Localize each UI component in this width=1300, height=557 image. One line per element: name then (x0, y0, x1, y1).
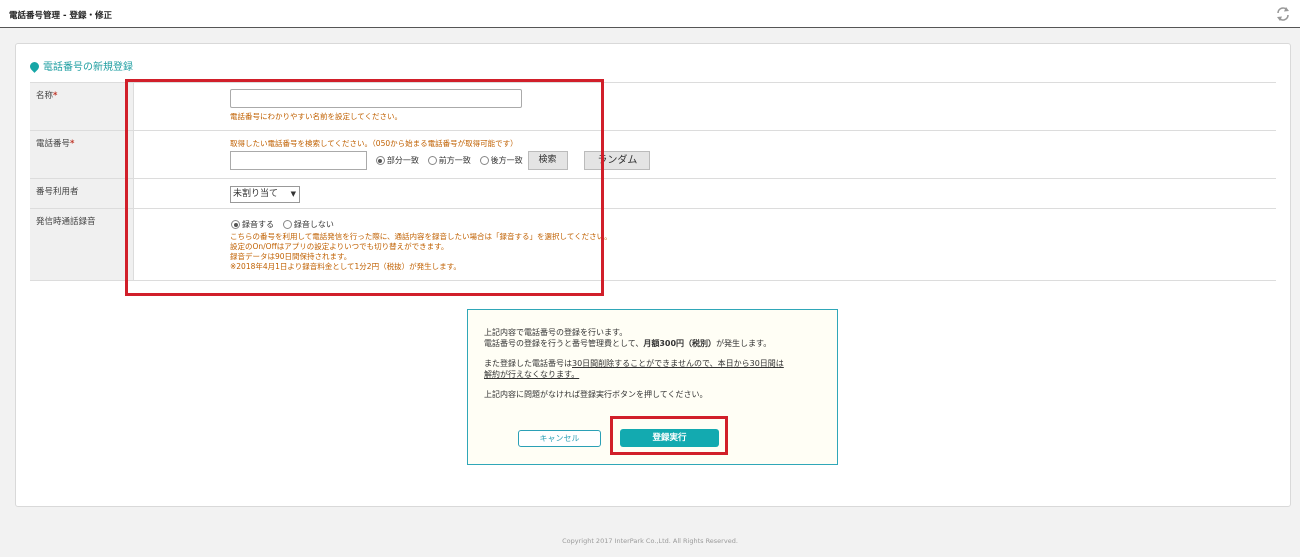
confirm-fee: 月額300円（税別） (643, 338, 717, 348)
radio-suffix-match[interactable] (479, 156, 489, 165)
name-hint: 電話番号にわかりやすい名前を設定してください。 (230, 112, 403, 121)
radio-prefix-match[interactable] (427, 156, 437, 165)
row-recording: 発信時通話録音 録音する 録音しない こちらの番号を利用して電話発信を行った際に… (30, 208, 1276, 281)
radio-record-off-label: 録音しない (293, 220, 334, 229)
label-user: 番号利用者 (30, 178, 134, 209)
confirm-warning-pre: また登録した電話番号は (484, 359, 572, 368)
sync-arrows-icon[interactable] (1274, 5, 1292, 23)
required-mark: * (53, 91, 58, 101)
name-input[interactable] (230, 89, 522, 108)
confirm-warning: 30日間削除することができませんので、本日から30日間は (572, 359, 784, 368)
radio-record-on[interactable] (231, 220, 240, 229)
row-name: 名称* 電話番号にわかりやすい名前を設定してください。 (30, 82, 1276, 131)
pin-icon (28, 60, 41, 73)
radio-prefix-match-label: 前方一致 (438, 156, 471, 165)
confirm-line: 上記内容で電話番号の登録を行います。 (484, 328, 628, 337)
page-title: 電話番号管理 - 登録・修正 (9, 11, 112, 21)
confirm-box: 上記内容で電話番号の登録を行います。 電話番号の登録を行うと番号管理費として、月… (467, 309, 838, 465)
phone-search-input[interactable] (230, 151, 367, 170)
recording-note: ※2018年4月1日より録音料金として1分2円（税抜）が発生します。 (230, 262, 461, 271)
confirm-fee-pre: 電話番号の登録を行うと番号管理費として、 (484, 338, 644, 348)
section-title: 電話番号の新規登録 (28, 58, 133, 73)
recording-note: 録音データは90日間保持されます。 (230, 252, 352, 261)
user-select-value: 未割り当て (233, 189, 279, 199)
recording-note: こちらの番号を利用して電話発信を行った際に、通話内容を録音したい場合は「録音する… (230, 232, 612, 241)
submit-button[interactable]: 登録実行 (620, 429, 719, 447)
required-mark: * (70, 139, 75, 149)
radio-record-off[interactable] (282, 220, 292, 229)
row-user: 番号利用者 未割り当て ▼ (30, 178, 1276, 209)
random-button[interactable]: ランダム (584, 151, 651, 170)
radio-partial-match[interactable] (375, 156, 385, 165)
cancel-button[interactable]: キャンセル (518, 430, 601, 447)
label-phone: 電話番号* (30, 130, 134, 179)
top-bar: 電話番号管理 - 登録・修正 (0, 0, 1300, 28)
confirm-warning-cont: 解約が行えなくなります。 (484, 369, 580, 379)
radio-partial-match-label: 部分一致 (386, 156, 419, 165)
confirm-line: また登録した電話番号は30日間削除することができませんので、本日から30日間は (484, 359, 837, 370)
recording-note: 設定のOn/Offはアプリの設定よりいつでも切り替えができます。 (230, 242, 449, 251)
confirm-line: 電話番号の登録を行うと番号管理費として、月額300円（税別）が発生します。 (484, 339, 837, 350)
label-name: 名称* (30, 82, 134, 131)
phone-hint: 取得したい電話番号を検索してください。（050から始まる電話番号が取得可能です） (230, 139, 518, 148)
confirm-line: 解約が行えなくなります。 (484, 370, 837, 381)
label-name-text: 名称 (36, 91, 54, 101)
label-recording: 発信時通話録音 (30, 208, 134, 281)
confirm-line: 上記内容に問題がなければ登録実行ボタンを押してください。 (484, 390, 708, 399)
search-button[interactable]: 検索 (527, 151, 568, 170)
user-select[interactable]: 未割り当て ▼ (230, 186, 300, 203)
footer-copyright: Copyright 2017 InterPark Co.,Ltd. All Ri… (562, 537, 738, 545)
radio-suffix-match-label: 後方一致 (490, 156, 523, 165)
registration-form: 名称* 電話番号にわかりやすい名前を設定してください。 電話番号* 取得したい電… (30, 82, 1276, 281)
row-phone: 電話番号* 取得したい電話番号を検索してください。（050から始まる電話番号が取… (30, 130, 1276, 179)
label-phone-text: 電話番号 (36, 139, 71, 149)
section-title-text: 電話番号の新規登録 (43, 62, 133, 73)
radio-record-on-label: 録音する (242, 220, 274, 229)
confirm-fee-post: が発生します。 (716, 338, 772, 348)
chevron-down-icon: ▼ (290, 190, 296, 198)
